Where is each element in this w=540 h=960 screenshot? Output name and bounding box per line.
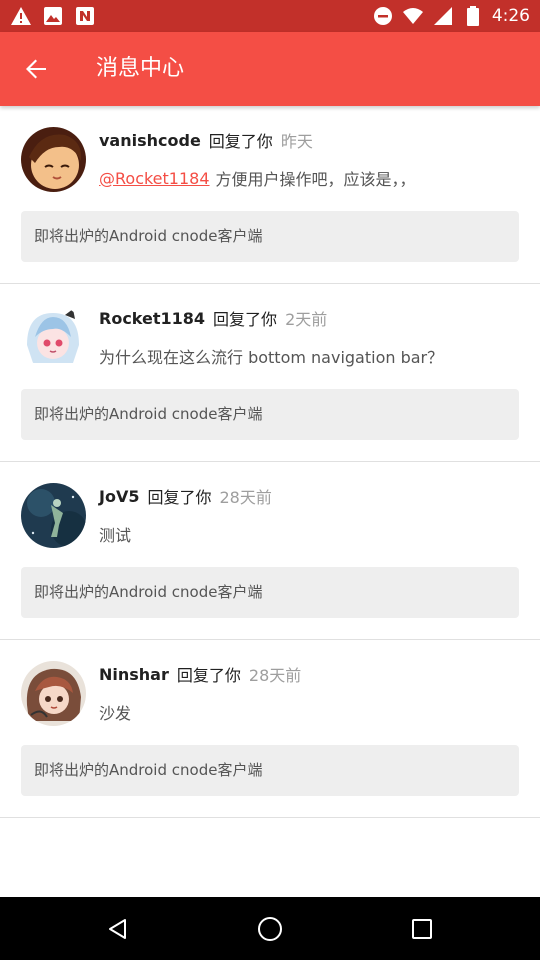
timestamp: 28天前 xyxy=(219,488,272,507)
back-triangle-icon xyxy=(109,919,126,939)
warning-icon xyxy=(10,5,32,27)
topic-link[interactable]: 即将出炉的Android cnode客户端 xyxy=(21,745,519,796)
message-content: 沙发 xyxy=(99,700,131,724)
action-text: 回复了你 xyxy=(208,132,273,151)
action-text: 回复了你 xyxy=(213,310,278,329)
recents-square-icon xyxy=(412,919,432,939)
nav-back-button[interactable] xyxy=(100,911,136,947)
status-notifications xyxy=(10,5,96,27)
message-item[interactable]: JoV5 回复了你 28天前 测试 即将出炉的Android cnode客户端 xyxy=(0,462,540,640)
mention-link[interactable]: @Rocket1184 xyxy=(99,169,210,188)
message-header: Rocket1184 回复了你 2天前 xyxy=(99,306,327,330)
message-content: 测试 xyxy=(99,522,131,546)
content-text: 为什么现在这么流行 bottom navigation bar？ xyxy=(99,348,444,367)
topic-link[interactable]: 即将出炉的Android cnode客户端 xyxy=(21,389,519,440)
message-content: @Rocket1184 方便用户操作吧，应该是，， xyxy=(99,166,416,190)
dnd-icon xyxy=(372,5,394,27)
username[interactable]: Rocket1184 xyxy=(99,309,205,328)
message-header: JoV5 回复了你 28天前 xyxy=(99,484,272,508)
nav-recents-button[interactable] xyxy=(404,911,440,947)
username[interactable]: Ninshar xyxy=(99,665,169,684)
n-icon xyxy=(74,5,96,27)
avatar[interactable] xyxy=(21,661,86,726)
wifi-icon xyxy=(402,5,424,27)
username[interactable]: JoV5 xyxy=(99,487,139,506)
message-item[interactable]: vanishcode 回复了你 昨天 @Rocket1184 方便用户操作吧，应… xyxy=(0,106,540,284)
message-header: Ninshar 回复了你 28天前 xyxy=(99,662,301,686)
message-item[interactable]: Rocket1184 回复了你 2天前 为什么现在这么流行 bottom nav… xyxy=(0,284,540,462)
topic-link[interactable]: 即将出炉的Android cnode客户端 xyxy=(21,211,519,262)
action-text: 回复了你 xyxy=(147,488,212,507)
message-header: vanishcode 回复了你 昨天 xyxy=(99,128,313,152)
timestamp: 昨天 xyxy=(280,132,313,151)
content-text: 方便用户操作吧，应该是，， xyxy=(215,170,416,189)
username[interactable]: vanishcode xyxy=(99,131,201,150)
image-icon xyxy=(42,5,64,27)
page-title: 消息中心 xyxy=(96,56,185,81)
status-time: 4:26 xyxy=(491,6,530,26)
home-circle-icon xyxy=(258,917,282,941)
signal-icon xyxy=(432,5,454,27)
content-text: 沙发 xyxy=(99,704,132,723)
message-item[interactable]: Ninshar 回复了你 28天前 沙发 即将出炉的Android cnode客… xyxy=(0,640,540,818)
avatar[interactable] xyxy=(21,305,86,370)
avatar[interactable] xyxy=(21,127,86,192)
status-system: 4:26 xyxy=(372,0,530,32)
timestamp: 28天前 xyxy=(248,666,302,685)
arrow-left-icon xyxy=(26,59,46,79)
avatar[interactable] xyxy=(21,483,86,548)
app-bar: 消息中心 xyxy=(0,32,540,106)
message-content: 为什么现在这么流行 bottom navigation bar？ xyxy=(99,344,443,368)
back-button[interactable] xyxy=(18,51,54,87)
topic-link[interactable]: 即将出炉的Android cnode客户端 xyxy=(21,567,519,618)
nav-home-button[interactable] xyxy=(252,911,288,947)
action-text: 回复了你 xyxy=(176,666,241,685)
status-bar: 4:26 xyxy=(0,0,540,32)
content-text: 测试 xyxy=(99,526,132,545)
battery-icon xyxy=(462,5,484,27)
message-list: vanishcode 回复了你 昨天 @Rocket1184 方便用户操作吧，应… xyxy=(0,106,540,818)
timestamp: 2天前 xyxy=(285,310,328,329)
navigation-bar xyxy=(0,897,540,960)
